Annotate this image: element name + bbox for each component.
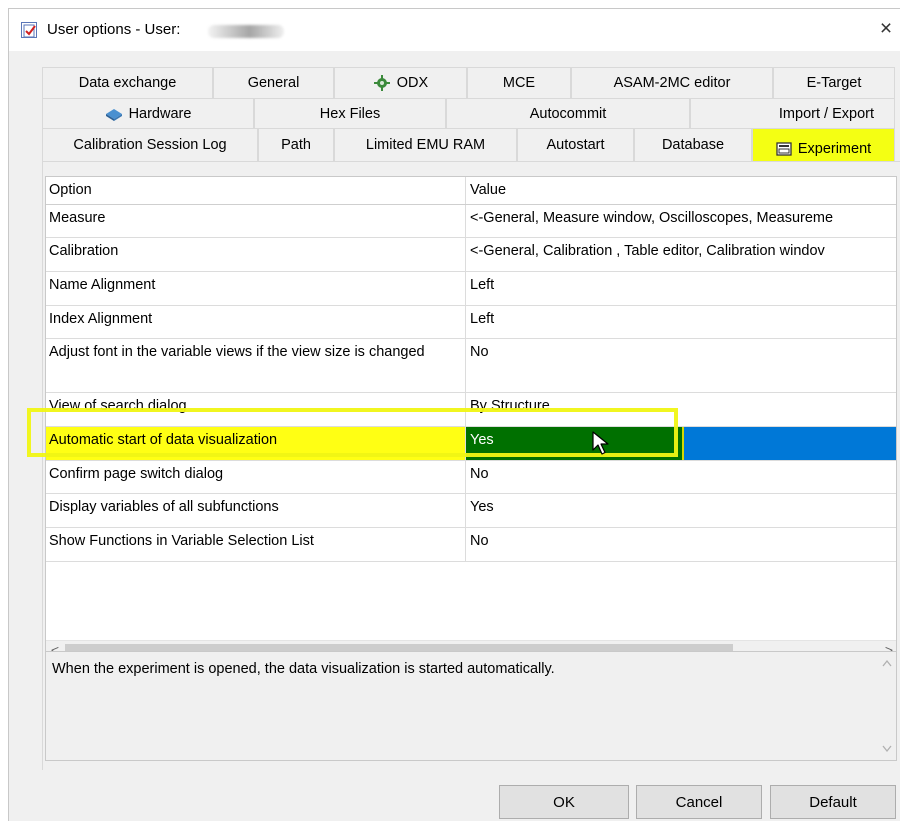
value-cell[interactable]: No <box>466 339 896 392</box>
tab-label: Autocommit <box>529 105 607 122</box>
ok-button[interactable]: OK <box>499 785 629 819</box>
tab-import-export[interactable]: Import / Export <box>690 98 895 128</box>
tab-label: Calibration Session Log <box>73 137 227 153</box>
table-row[interactable]: Show Functions in Variable Selection Lis… <box>46 528 896 562</box>
tab-label: MCE <box>502 75 536 91</box>
table-row[interactable]: Calibration <-General, Calibration , Tab… <box>46 238 896 272</box>
table-row[interactable]: Adjust font in the variable views if the… <box>46 339 896 393</box>
user-options-dialog: User options - User: × Data exchange Gen… <box>8 8 900 821</box>
tab-label: Path <box>281 137 311 153</box>
close-button[interactable]: × <box>873 17 899 43</box>
value-cell[interactable]: No <box>466 461 896 493</box>
value-cell[interactable]: Left <box>466 306 896 338</box>
cancel-button[interactable]: Cancel <box>636 785 762 819</box>
option-cell: Show Functions in Variable Selection Lis… <box>46 528 466 561</box>
tab-path[interactable]: Path <box>258 128 334 161</box>
tab-asam-2mc-editor[interactable]: ASAM-2MC editor <box>571 67 773 98</box>
tab-strip: Data exchange General ODX MCE ASAM-2MC e… <box>42 67 895 170</box>
tab-limited-emu-ram[interactable]: Limited EMU RAM <box>334 128 517 161</box>
value-cell[interactable]: <-General, Measure window, Oscilloscopes… <box>466 205 896 237</box>
column-header-value[interactable]: Value <box>466 177 896 204</box>
table-row[interactable]: Name Alignment Left <box>46 272 896 306</box>
app-checklist-icon <box>21 22 37 38</box>
options-grid[interactable]: Option Value Measure <-General, Measure … <box>45 176 897 657</box>
mouse-cursor-icon <box>591 430 613 456</box>
description-box: When the experiment is opened, the data … <box>45 651 897 761</box>
tab-label: Limited EMU RAM <box>365 137 486 153</box>
value-cell[interactable]: No <box>466 528 896 561</box>
tab-label: ASAM-2MC editor <box>613 75 731 91</box>
table-row-selected[interactable]: Automatic start of data visualization Ye… <box>46 427 896 461</box>
odx-icon <box>373 75 391 91</box>
option-cell: View of search dialog <box>46 393 466 426</box>
tab-label: Autostart <box>546 137 605 153</box>
selected-value-highlight <box>466 427 684 460</box>
table-row[interactable]: Confirm page switch dialog No <box>46 461 896 494</box>
tab-calibration-session-log[interactable]: Calibration Session Log <box>42 128 258 161</box>
option-cell: Index Alignment <box>46 306 466 338</box>
option-cell: Calibration <box>46 238 466 271</box>
tab-label: ODX <box>396 75 429 91</box>
tab-general[interactable]: General <box>213 67 334 98</box>
default-button[interactable]: Default <box>770 785 896 819</box>
value-cell[interactable]: Yes <box>466 427 896 460</box>
description-scrollbar[interactable] <box>878 652 896 760</box>
tab-hex-files[interactable]: Hex Files <box>254 98 446 128</box>
experiment-tab-panel: Option Value Measure <-General, Measure … <box>42 161 900 770</box>
tab-e-target[interactable]: E-Target <box>773 67 895 98</box>
tab-database[interactable]: Database <box>634 128 752 161</box>
tab-label: E-Target <box>806 75 862 91</box>
tab-autostart[interactable]: Autostart <box>517 128 634 161</box>
table-row[interactable]: View of search dialog By Structure <box>46 393 896 427</box>
tab-label: Hex Files <box>319 105 381 122</box>
value-cell[interactable]: Yes <box>466 494 896 527</box>
hardware-icon <box>105 107 123 121</box>
tab-mce[interactable]: MCE <box>467 67 571 98</box>
option-cell: Automatic start of data visualization <box>46 427 466 460</box>
window-title: User options - User: <box>47 21 181 38</box>
tab-label: Experiment <box>797 141 872 157</box>
value-cell[interactable]: <-General, Calibration , Table editor, C… <box>466 238 896 271</box>
tab-data-exchange[interactable]: Data exchange <box>42 67 213 98</box>
option-cell: Adjust font in the variable views if the… <box>46 339 466 392</box>
scroll-up-button[interactable] <box>878 654 896 672</box>
table-row[interactable]: Index Alignment Left <box>46 306 896 339</box>
tab-label: Import / Export <box>778 105 874 122</box>
tab-label: Database <box>661 137 725 153</box>
value-cell[interactable]: Left <box>466 272 896 305</box>
tab-autocommit[interactable]: Autocommit <box>446 98 690 128</box>
option-cell: Measure <box>46 205 466 237</box>
tab-odx[interactable]: ODX <box>334 67 467 98</box>
table-row[interactable]: Measure <-General, Measure window, Oscil… <box>46 205 896 238</box>
tab-label: General <box>247 75 300 91</box>
scroll-down-button[interactable] <box>878 740 896 758</box>
grid-header: Option Value <box>46 177 896 205</box>
tab-label: Data exchange <box>78 75 177 91</box>
option-cell: Name Alignment <box>46 272 466 305</box>
tab-label: Hardware <box>128 105 192 122</box>
selected-value-text: Yes <box>470 432 494 448</box>
table-row[interactable]: Display variables of all subfunctions Ye… <box>46 494 896 528</box>
tab-hardware[interactable]: Hardware <box>42 98 254 128</box>
option-cell: Display variables of all subfunctions <box>46 494 466 527</box>
description-text: When the experiment is opened, the data … <box>52 661 555 677</box>
option-cell: Confirm page switch dialog <box>46 461 466 493</box>
experiment-icon <box>776 142 792 156</box>
blurred-username <box>208 25 284 38</box>
value-cell[interactable]: By Structure <box>466 393 896 426</box>
title-bar: User options - User: × <box>9 9 900 51</box>
column-header-option[interactable]: Option <box>46 177 466 204</box>
